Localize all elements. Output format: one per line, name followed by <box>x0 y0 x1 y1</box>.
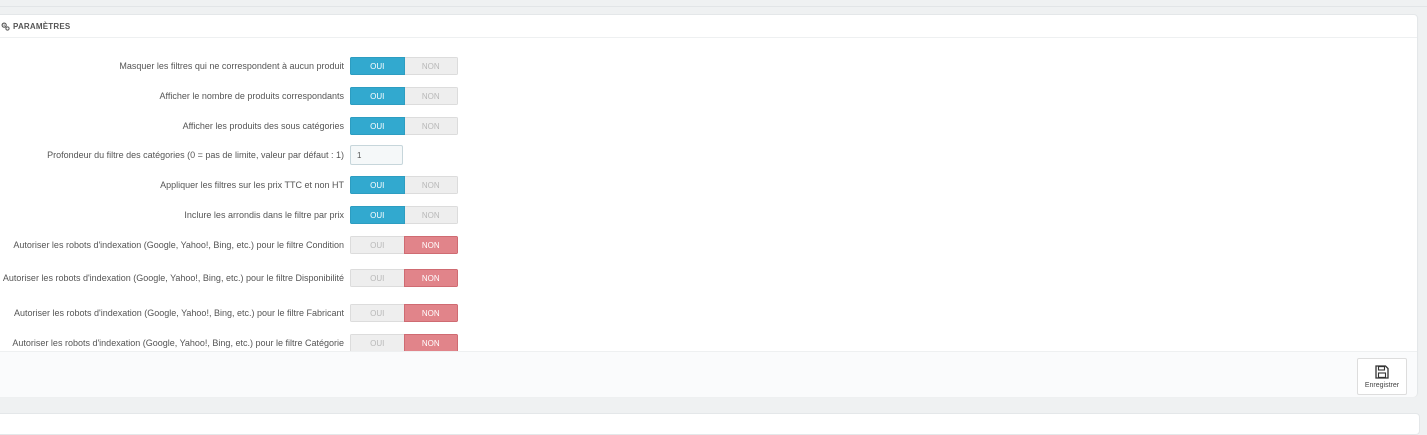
toggle-no-option[interactable]: NON <box>403 269 458 287</box>
setting-row: Profondeur du filtre des catégories (0 =… <box>0 145 465 165</box>
toggle-switch[interactable]: OUI NON <box>350 206 458 224</box>
toggle-yes-option[interactable]: OUI <box>350 304 404 322</box>
settings-panel: PARAMÈTRES Masquer les filtres qui ne co… <box>0 14 1418 397</box>
toggle-no-option[interactable]: NON <box>403 334 458 352</box>
toggle-switch[interactable]: OUI NON <box>350 176 458 194</box>
toggle-yes-option[interactable]: OUI <box>350 87 405 105</box>
setting-label: Appliquer les filtres sur les prix TTC e… <box>160 179 344 190</box>
panel-footer: Enregistrer <box>0 351 1417 397</box>
toggle-switch[interactable]: OUI NON <box>350 117 458 135</box>
toggle-yes-option[interactable]: OUI <box>350 236 404 254</box>
setting-row: Appliquer les filtres sur les prix TTC e… <box>0 176 465 194</box>
setting-row: Autoriser les robots d'indexation (Googl… <box>0 265 465 291</box>
toggle-switch[interactable]: OUI NON <box>350 304 458 322</box>
setting-label: Autoriser les robots d'indexation (Googl… <box>2 272 344 283</box>
toggle-no-option[interactable]: NON <box>404 87 458 105</box>
category-depth-input[interactable] <box>350 145 403 165</box>
panel-heading: PARAMÈTRES <box>0 15 1417 38</box>
setting-row: Autoriser les robots d'indexation (Googl… <box>0 334 465 352</box>
setting-row: Inclure les arrondis dans le filtre par … <box>0 206 465 224</box>
save-button[interactable]: Enregistrer <box>1357 358 1407 395</box>
setting-label: Masquer les filtres qui ne correspondent… <box>119 60 344 71</box>
floppy-disk-icon <box>1375 365 1389 379</box>
toggle-yes-option[interactable]: OUI <box>350 334 404 352</box>
setting-row: Afficher les produits des sous catégorie… <box>0 117 465 135</box>
toggle-no-option[interactable]: NON <box>404 117 458 135</box>
setting-label: Afficher les produits des sous catégorie… <box>182 120 344 131</box>
top-bar <box>0 0 1427 7</box>
setting-label: Inclure les arrondis dans le filtre par … <box>184 209 344 220</box>
setting-label: Autoriser les robots d'indexation (Googl… <box>12 337 344 348</box>
setting-label: Autoriser les robots d'indexation (Googl… <box>13 239 344 250</box>
cogs-icon <box>1 22 10 31</box>
toggle-switch[interactable]: OUI NON <box>350 236 458 254</box>
save-button-label: Enregistrer <box>1364 382 1400 389</box>
toggle-switch[interactable]: OUI NON <box>350 269 458 287</box>
toggle-yes-option[interactable]: OUI <box>350 117 405 135</box>
setting-row: Autoriser les robots d'indexation (Googl… <box>0 304 465 322</box>
toggle-no-option[interactable]: NON <box>404 176 458 194</box>
toggle-switch[interactable]: OUI NON <box>350 57 458 75</box>
toggle-yes-option[interactable]: OUI <box>350 269 404 287</box>
setting-label: Autoriser les robots d'indexation (Googl… <box>13 307 344 318</box>
panel-title: PARAMÈTRES <box>13 21 71 31</box>
setting-row: Autoriser les robots d'indexation (Googl… <box>0 236 465 254</box>
setting-label: Profondeur du filtre des catégories (0 =… <box>47 149 344 160</box>
toggle-switch[interactable]: OUI NON <box>350 334 458 352</box>
next-panel <box>0 413 1420 435</box>
toggle-yes-option[interactable]: OUI <box>350 176 405 194</box>
setting-row: Afficher le nombre de produits correspon… <box>0 87 465 105</box>
toggle-no-option[interactable]: NON <box>403 236 458 254</box>
toggle-switch[interactable]: OUI NON <box>350 87 458 105</box>
toggle-yes-option[interactable]: OUI <box>350 57 405 75</box>
toggle-no-option[interactable]: NON <box>404 206 458 224</box>
setting-label: Afficher le nombre de produits correspon… <box>159 90 344 101</box>
toggle-no-option[interactable]: NON <box>404 57 458 75</box>
toggle-no-option[interactable]: NON <box>403 304 458 322</box>
toggle-yes-option[interactable]: OUI <box>350 206 405 224</box>
setting-row: Masquer les filtres qui ne correspondent… <box>0 57 465 75</box>
